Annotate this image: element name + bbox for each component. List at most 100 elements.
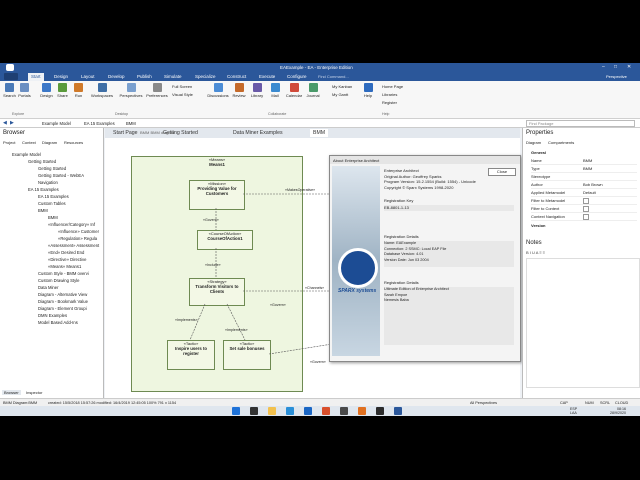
tab-execute[interactable]: Execute xyxy=(256,73,278,81)
workspaces-button[interactable]: Workspaces xyxy=(90,83,114,98)
tree-item[interactable]: Diagram - Bookmark Value xyxy=(38,299,88,304)
back-icon[interactable]: ◀ xyxy=(3,120,7,126)
library-button[interactable]: Library xyxy=(249,83,265,98)
property-row[interactable]: Filter to Metamodel xyxy=(531,198,637,205)
app-logo-icon[interactable] xyxy=(6,64,14,71)
terminal-icon[interactable] xyxy=(340,407,348,415)
perspective-button[interactable]: Perspective xyxy=(606,74,627,79)
find-package-input[interactable]: Find Package xyxy=(526,120,635,127)
tree-item[interactable]: «Regulation» Regula xyxy=(58,236,97,241)
portals-button[interactable]: Portals xyxy=(18,83,31,98)
tree-item[interactable]: «End» Desired End xyxy=(48,250,84,255)
tab-specialize[interactable]: Specialize xyxy=(192,73,219,81)
tree-item[interactable]: Custom Style - BMM overvi xyxy=(38,271,89,276)
full-screen-button[interactable]: Full Screen xyxy=(172,84,192,89)
property-row[interactable]: Author Bob Brown xyxy=(531,182,637,189)
search-button[interactable]: Search xyxy=(3,83,16,98)
command-search-input[interactable]: Find Command... xyxy=(318,74,378,79)
my-gantt-button[interactable]: My Gantt xyxy=(332,92,348,97)
tab-develop[interactable]: Develop xyxy=(105,73,128,81)
property-checkbox[interactable] xyxy=(583,214,589,220)
language-indicator[interactable]: ESP LAA xyxy=(570,407,577,415)
tree-item[interactable]: «Influence» Customer xyxy=(58,229,99,234)
minimize-button[interactable]: – xyxy=(602,64,605,70)
store-icon[interactable] xyxy=(304,407,312,415)
brave-icon[interactable] xyxy=(322,407,330,415)
tree-item[interactable]: Custom Tables xyxy=(38,201,66,206)
properties-tab-diagram[interactable]: Diagram xyxy=(526,140,541,145)
breadcrumb-1[interactable]: EA 15 Examples xyxy=(84,121,115,126)
property-row[interactable]: Stereotype xyxy=(531,174,637,181)
calendar-button[interactable]: Calendar xyxy=(284,83,304,98)
tree-item[interactable]: BMM xyxy=(38,208,48,213)
tree-item[interactable]: Getting Started xyxy=(28,159,56,164)
property-checkbox[interactable] xyxy=(583,206,589,212)
tab-publish[interactable]: Publish xyxy=(134,73,155,81)
my-kanban-button[interactable]: My Kanban xyxy=(332,84,352,89)
forward-icon[interactable]: ▶ xyxy=(10,120,14,126)
review-button[interactable]: Review xyxy=(231,83,247,98)
doc-tab-bmm[interactable]: BMM xyxy=(310,129,329,137)
start-icon[interactable] xyxy=(232,407,240,415)
tree-item[interactable]: Diagram - Element Groupi xyxy=(38,306,87,311)
tree-item[interactable]: EA 15 Examples xyxy=(28,187,59,192)
browser-tab-project[interactable]: Project xyxy=(3,140,15,145)
tree-item[interactable]: Example Model xyxy=(12,152,41,157)
property-checkbox[interactable] xyxy=(583,198,589,204)
clock[interactable]: 08:16 28/9/2020 xyxy=(610,407,626,415)
browser-tab-resources[interactable]: Resources xyxy=(64,140,83,145)
share-button[interactable]: Share xyxy=(56,83,69,98)
tree-item[interactable]: Getting Started - WebEA xyxy=(38,173,84,178)
journal-button[interactable]: Journal xyxy=(304,83,322,98)
help-button[interactable]: Help xyxy=(362,83,374,98)
close-button[interactable]: ✕ xyxy=(627,64,631,70)
maximize-button[interactable]: □ xyxy=(614,64,617,70)
tree-item[interactable]: Model Based Add-Ins xyxy=(38,320,78,325)
breadcrumb-0[interactable]: Example Model xyxy=(42,121,71,126)
file-explorer-icon[interactable] xyxy=(268,407,276,415)
bottom-tab-inspector[interactable]: Inspector xyxy=(26,390,42,395)
enterprise-architect-icon[interactable] xyxy=(394,407,402,415)
property-row[interactable]: Type BMM xyxy=(531,166,637,173)
tree-item[interactable]: Getting Started xyxy=(38,166,66,171)
tree-item[interactable]: Diagram - Alternative View xyxy=(38,292,87,297)
properties-tab-compartments[interactable]: Compartments xyxy=(548,140,574,145)
tab-start[interactable]: Start xyxy=(28,73,44,81)
property-row[interactable]: Filter to Context xyxy=(531,206,637,213)
media-player-icon[interactable] xyxy=(358,407,366,415)
app-icon[interactable] xyxy=(376,407,384,415)
edge-icon[interactable] xyxy=(286,407,294,415)
perspectives-button[interactable]: Perspectives xyxy=(118,83,144,98)
tree-item[interactable]: EA 15 Examples xyxy=(38,194,69,199)
browser-tab-context[interactable]: Context xyxy=(22,140,36,145)
doc-tab-start-page[interactable]: Start Page xyxy=(110,129,141,137)
property-row[interactable]: Context Navigation xyxy=(531,214,637,221)
doc-tab-data-miner[interactable]: Data Miner Examples xyxy=(230,129,286,137)
tab-simulate[interactable]: Simulate xyxy=(161,73,185,81)
tree-item[interactable]: «Assessment» Assessment xyxy=(48,243,99,248)
tree-item[interactable]: Navigation xyxy=(38,180,58,185)
task-view-icon[interactable] xyxy=(250,407,258,415)
preferences-button[interactable]: Preferences xyxy=(145,83,169,98)
mail-button[interactable]: Mail xyxy=(268,83,282,98)
tree-item[interactable]: «Means» Means1 xyxy=(48,264,81,269)
tab-layout[interactable]: Layout xyxy=(78,73,98,81)
notes-textarea[interactable] xyxy=(526,258,640,388)
home-page-button[interactable]: Home Page xyxy=(382,84,403,89)
browser-tab-diagram[interactable]: Diagram xyxy=(42,140,57,145)
visual-style-button[interactable]: Visual Style xyxy=(172,92,193,97)
tab-construct[interactable]: Construct xyxy=(224,73,249,81)
bottom-tab-browser[interactable]: Browser xyxy=(2,390,21,395)
tree-item[interactable]: «Directive» Directive xyxy=(48,257,86,262)
property-row[interactable]: Applied Metamodel Default xyxy=(531,190,637,197)
design-button[interactable]: Design xyxy=(40,83,53,98)
property-row[interactable]: Name BMM xyxy=(531,158,637,165)
notes-toolbar[interactable]: B I U A ≡ ≡ xyxy=(526,250,636,256)
main-menu-button[interactable] xyxy=(4,73,18,80)
close-dialog-button[interactable]: Close xyxy=(488,168,516,176)
tree-item[interactable]: BMM xyxy=(48,215,58,220)
breadcrumb-2[interactable]: BMM xyxy=(126,121,136,126)
run-button[interactable]: Run xyxy=(72,83,85,98)
tab-design[interactable]: Design xyxy=(51,73,71,81)
register-button[interactable]: Register xyxy=(382,100,397,105)
